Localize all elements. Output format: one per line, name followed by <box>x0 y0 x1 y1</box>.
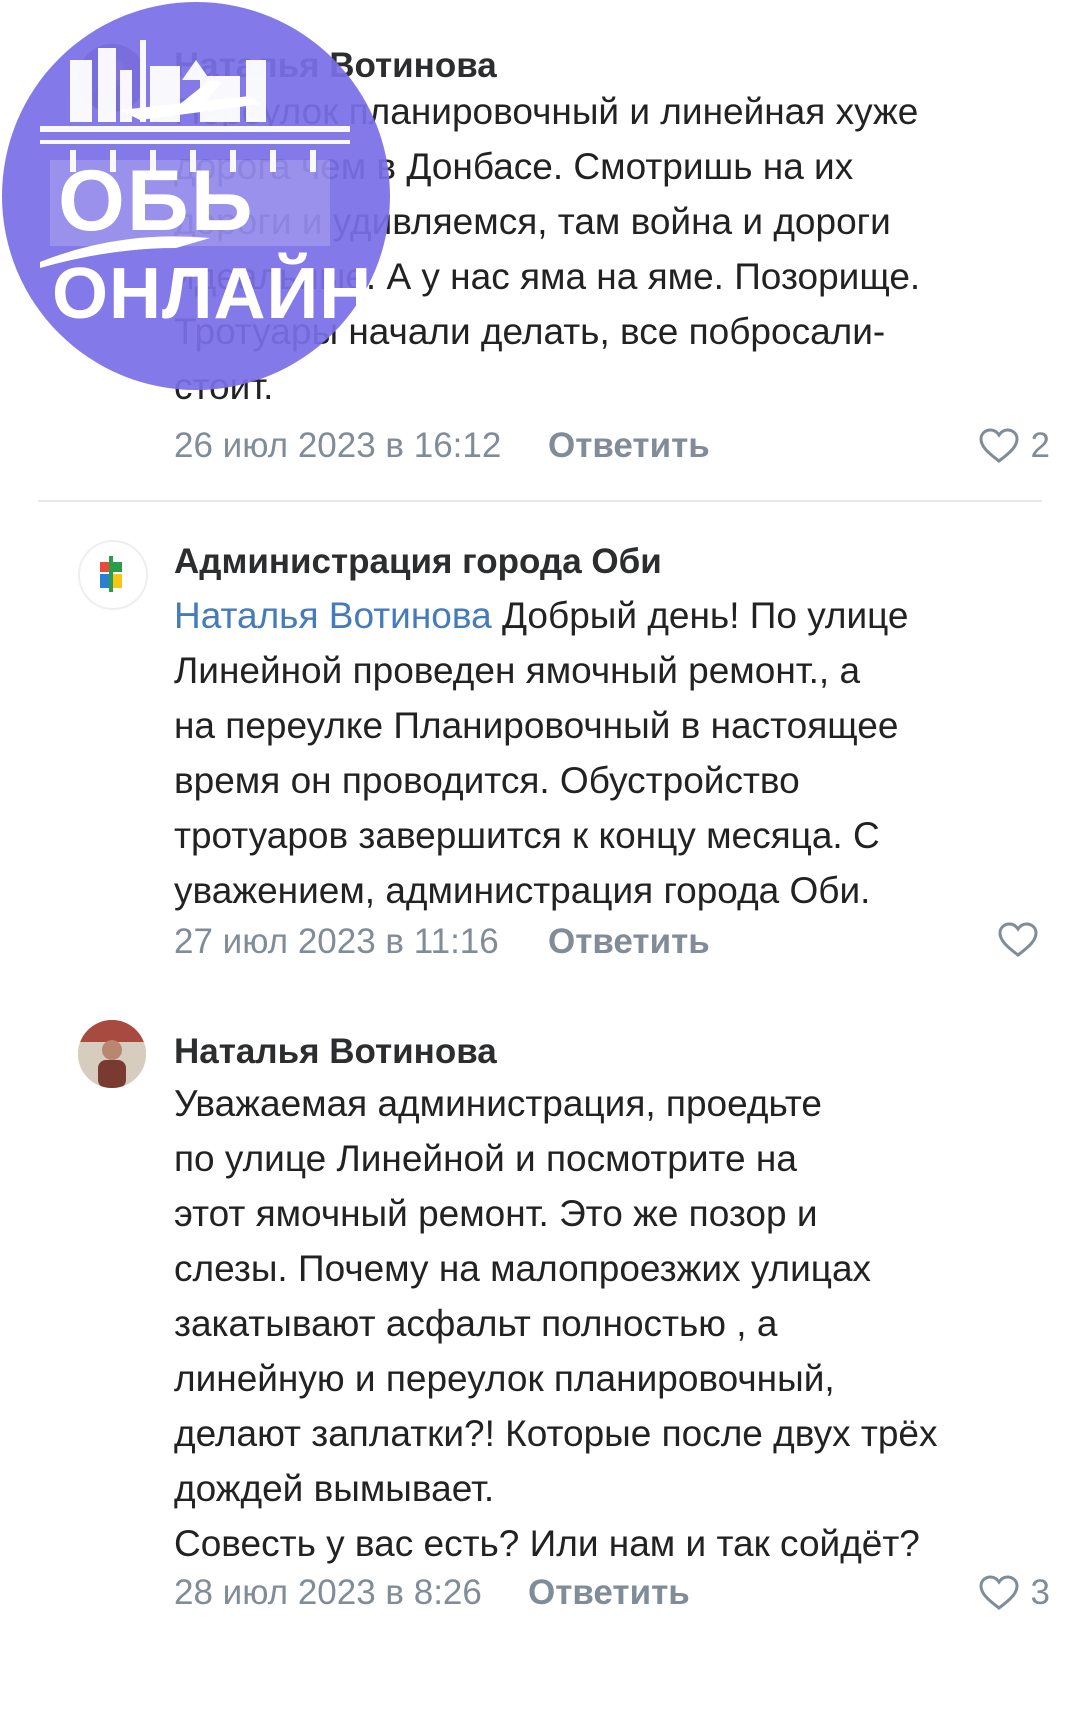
watermark-logo: ОБЬ ОНЛАЙН <box>0 0 392 392</box>
comment-divider <box>38 500 1042 502</box>
comment-author[interactable]: Администрация города Оби <box>174 542 662 582</box>
like-button[interactable]: 2 <box>979 426 1050 466</box>
comment-line: по улице Линейной и посмотрите на <box>174 1138 797 1179</box>
watermark-title: ОБЬ <box>58 153 255 249</box>
comment-author[interactable]: Наталья Вотинова <box>174 1032 497 1072</box>
comment-line: слезы. Почему на малопроезжих улицах <box>174 1248 872 1289</box>
comment-text: Наталья Вотинова Добрый день! По улице Л… <box>174 588 1054 918</box>
comment-date: 28 июл 2023 в 8:26 <box>174 1573 482 1612</box>
comment-line: уважением, администрация города Оби. <box>174 870 871 911</box>
comment-line: Добрый день! По улице <box>501 595 909 636</box>
heart-icon <box>979 1575 1019 1610</box>
comments-page: ОБЬ ОНЛАЙН Наталья Вотинова Переулок пла… <box>0 0 1080 1732</box>
comment-date: 27 июл 2023 в 11:16 <box>174 922 499 961</box>
comment-line: Совесть у вас есть? Или нам и так сойдёт… <box>174 1523 920 1564</box>
comment-line: Уважаемая администрация, проедьте <box>174 1083 822 1124</box>
reply-button[interactable]: Ответить <box>528 1573 690 1613</box>
reply-button[interactable]: Ответить <box>548 922 710 962</box>
heart-icon <box>979 428 1019 463</box>
comment-line: делают заплатки?! Которые после двух трё… <box>174 1413 938 1454</box>
mention-link[interactable]: Наталья Вотинова <box>174 595 492 636</box>
city-emblem-avatar[interactable] <box>78 540 148 610</box>
like-button[interactable] <box>998 922 1050 958</box>
comment-line: тротуаров завершится к концу месяца. С <box>174 815 880 856</box>
comment-text: Уважаемая администрация, проедьте по ули… <box>174 1076 1054 1571</box>
user-photo-avatar[interactable] <box>78 1020 146 1088</box>
like-count: 3 <box>1030 1573 1050 1612</box>
comment-line: закатывают асфальт полностью , а <box>174 1303 778 1344</box>
like-button[interactable]: 3 <box>979 1573 1050 1613</box>
heart-icon <box>998 922 1038 957</box>
comment-line: время он проводится. Обустройство <box>174 760 800 801</box>
comment-line: Линейной проведен ямочный ремонт., а <box>174 650 861 691</box>
watermark-subtitle: ОНЛАЙН <box>52 254 373 334</box>
comment-line: дождей вымывает. <box>174 1468 495 1509</box>
comment-date: 26 июл 2023 в 16:12 <box>174 426 502 465</box>
comment-line: этот ямочный ремонт. Это же позор и <box>174 1193 818 1234</box>
comment-line: на переулке Планировочный в настоящее <box>174 705 899 746</box>
comment-line: линейную и переулок планировочный, <box>174 1358 835 1399</box>
like-count: 2 <box>1030 426 1050 465</box>
reply-button[interactable]: Ответить <box>548 426 710 466</box>
